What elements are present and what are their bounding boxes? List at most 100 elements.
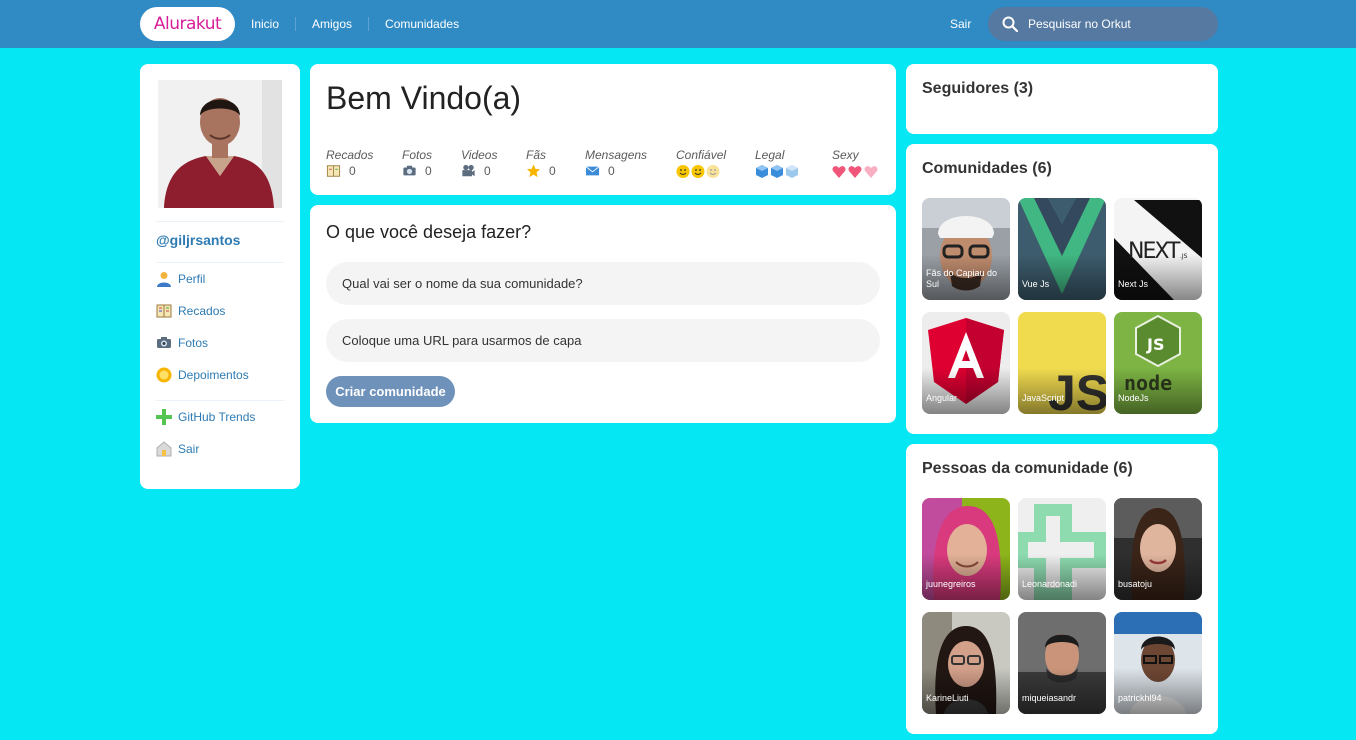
sun-icon <box>156 367 172 383</box>
stat-label: Fotos <box>402 148 433 162</box>
book-icon <box>156 304 172 318</box>
smiley-icon <box>676 164 726 179</box>
ice-cube-icon <box>755 164 801 179</box>
community-tile[interactable]: JS node NodeJs <box>1114 312 1202 414</box>
stat-value: 0 <box>608 164 615 178</box>
person-name: KarineLiuti <box>926 693 969 703</box>
stat-label: Videos <box>461 148 498 162</box>
welcome-title: Bem Vindo(a) <box>326 80 522 116</box>
nav-inicio-link[interactable]: Inicio <box>235 17 295 31</box>
community-name: Next Js <box>1118 279 1149 289</box>
menu-label: Fotos <box>178 336 209 350</box>
stat-value: 0 <box>484 164 491 178</box>
create-community-card: O que você deseja fazer? Qual vai ser o … <box>310 205 896 423</box>
community-tile[interactable]: Fãs do Capiau do Sul <box>922 198 1010 300</box>
communities-box: Comunidades (6) Fãs do Capiau do Sul Vue… <box>906 144 1218 434</box>
form-title: O que você deseja fazer? <box>326 222 532 242</box>
person-name: miqueiasandr <box>1022 693 1077 703</box>
book-icon <box>326 165 341 177</box>
menu-label: Sair <box>178 442 200 456</box>
profile-username[interactable]: @giljrsantos <box>156 232 240 248</box>
person-name: juunegreiros <box>926 579 976 589</box>
heart-icon <box>832 164 880 179</box>
camera-icon <box>403 165 416 176</box>
community-tile[interactable]: Angular <box>922 312 1010 414</box>
welcome-card: Bem Vindo(a) Recados 0 Fotos 0 Videos 0 … <box>310 64 896 195</box>
stat-recados: Recados 0 <box>326 148 373 178</box>
community-tile[interactable]: JS JavaScript <box>1018 312 1106 414</box>
logout-link[interactable]: Sair <box>934 17 983 31</box>
alurakut-logo[interactable]: Alurakut <box>140 7 235 41</box>
stat-label: Fãs <box>526 148 547 162</box>
stat-value: 0 <box>425 164 432 178</box>
community-tile[interactable]: Vue Js <box>1018 198 1106 300</box>
menu-item-perfil[interactable]: Perfil <box>156 271 205 287</box>
logout-icon <box>156 441 172 457</box>
stat-label: Confiável <box>676 148 727 162</box>
video-camera-icon <box>462 164 475 177</box>
menu-item-github-trends[interactable]: GitHub Trends <box>156 409 255 425</box>
person-tile[interactable]: KarineLiuti <box>922 612 1010 714</box>
person-name: patrickhl94 <box>1118 693 1162 703</box>
stat-videos: Videos 0 <box>461 148 497 178</box>
envelope-icon <box>585 166 600 176</box>
menu-label: GitHub Trends <box>178 410 256 424</box>
menu-item-sair[interactable]: Sair <box>156 441 199 457</box>
create-community-button[interactable]: Criar comunidade <box>326 376 455 407</box>
community-name: JavaScript <box>1022 393 1065 403</box>
menu-item-recados[interactable]: Recados <box>156 303 225 319</box>
community-name: NodeJs <box>1118 393 1149 403</box>
divider <box>156 400 284 401</box>
followers-title: Seguidores (3) <box>922 80 1034 97</box>
stat-legal: Legal <box>755 148 801 179</box>
stat-fas: Fãs 0 <box>526 148 556 178</box>
person-name: Leonardonadi <box>1022 579 1078 589</box>
profile-sidebar: @giljrsantos Perfil Recados Fotos Depoim… <box>140 64 300 489</box>
person-tile[interactable]: busatoju <box>1114 498 1202 600</box>
stat-confiavel: Confiável <box>676 148 726 179</box>
menu-label: Depoimentos <box>178 368 249 382</box>
person-name: busatoju <box>1118 579 1153 589</box>
person-tile[interactable]: miqueiasandr <box>1018 612 1106 714</box>
person-tile[interactable]: juunegreiros <box>922 498 1010 600</box>
person-tile[interactable]: Leonardonadi <box>1018 498 1106 600</box>
star-icon <box>526 164 541 178</box>
person-tile[interactable]: patrickhl94 <box>1114 612 1202 714</box>
community-name: Vue Js <box>1022 279 1050 289</box>
menu-item-depoimentos[interactable]: Depoimentos <box>156 367 249 383</box>
people-title: Pessoas da comunidade (6) <box>922 460 1133 477</box>
nav-comunidades-link[interactable]: Comunidades <box>368 17 475 31</box>
followers-box: Seguidores (3) <box>906 64 1218 134</box>
plus-icon <box>156 409 172 425</box>
menu-label: Perfil <box>178 272 206 286</box>
main-nav: Inicio Amigos Comunidades <box>235 0 475 48</box>
stat-label: Legal <box>755 148 785 162</box>
search-input[interactable]: Pesquisar no Orkut <box>988 7 1218 41</box>
search-icon <box>1002 16 1018 32</box>
community-tile[interactable]: NEXT .JS Next Js <box>1114 198 1202 300</box>
stat-mensagens: Mensagens 0 <box>585 148 647 178</box>
menu-label: Recados <box>178 304 226 318</box>
community-name: Angular <box>926 393 958 403</box>
stat-value: 0 <box>349 164 356 178</box>
community-name-input[interactable]: Qual vai ser o nome da sua comunidade? <box>326 262 880 305</box>
account-nav: Sair <box>934 0 983 48</box>
stat-label: Sexy <box>832 148 859 162</box>
stat-value: 0 <box>549 164 556 178</box>
divider <box>156 221 284 222</box>
community-cover-url-input[interactable]: Coloque uma URL para usarmos de capa <box>326 319 880 362</box>
stat-label: Mensagens <box>585 148 648 162</box>
community-name: Fãs do Capiau do Sul <box>926 268 998 289</box>
profile-photo[interactable] <box>158 80 282 208</box>
user-icon <box>157 272 171 287</box>
divider <box>156 262 284 263</box>
stat-sexy: Sexy <box>832 148 880 179</box>
search-placeholder: Pesquisar no Orkut <box>1028 17 1131 31</box>
menu-item-fotos[interactable]: Fotos <box>156 335 208 351</box>
camera-icon <box>157 337 171 348</box>
stat-label: Recados <box>326 148 374 162</box>
stat-fotos: Fotos 0 <box>402 148 432 178</box>
community-people-box: Pessoas da comunidade (6) juunegreiros L… <box>906 444 1218 734</box>
nav-amigos-link[interactable]: Amigos <box>295 17 368 31</box>
top-bar: Alurakut Inicio Amigos Comunidades Sair … <box>0 0 1356 48</box>
